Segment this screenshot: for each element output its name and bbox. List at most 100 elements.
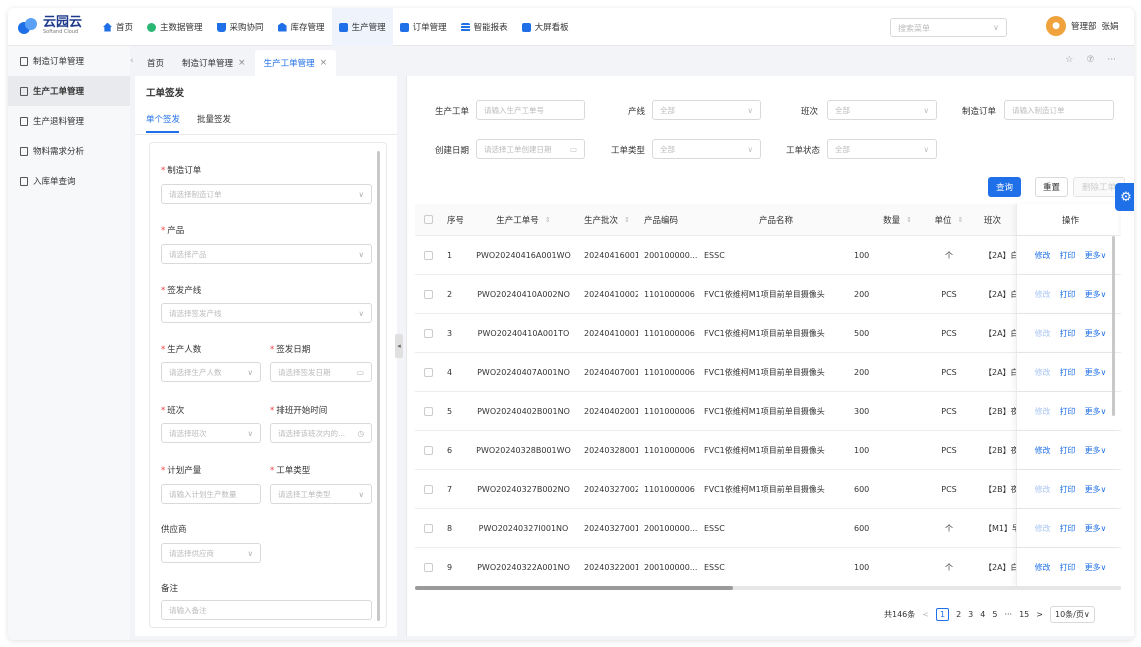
brand-logo[interactable]: 云园云 Softand Cloud: [18, 16, 82, 35]
query-order-input[interactable]: 请输入制造订单: [1004, 100, 1114, 120]
tab-manufacturing-orders[interactable]: 制造订单管理 ×: [173, 50, 255, 76]
shift-select[interactable]: 请选择班次 ∨: [161, 423, 261, 443]
edit-link[interactable]: 修改: [1035, 328, 1051, 339]
help-icon[interactable]: ⑦: [1086, 55, 1094, 65]
row-checkbox[interactable]: [423, 523, 433, 533]
next-page-icon[interactable]: >: [1036, 610, 1043, 619]
edit-link[interactable]: 修改: [1035, 406, 1051, 417]
col-qty[interactable]: 数量 ⇕: [848, 214, 914, 226]
more-icon[interactable]: ···: [1107, 55, 1116, 65]
user-menu[interactable]: ● 管理部 张娟: [1046, 16, 1119, 36]
more-dropdown[interactable]: 更多∨: [1085, 484, 1107, 495]
edit-link[interactable]: 修改: [1035, 250, 1051, 261]
edit-link[interactable]: 修改: [1035, 523, 1051, 534]
more-dropdown[interactable]: 更多∨: [1085, 523, 1107, 534]
sidebar-item-manufacturing-orders[interactable]: 制造订单管理: [8, 46, 130, 76]
more-dropdown[interactable]: 更多∨: [1085, 562, 1107, 573]
print-link[interactable]: 打印: [1060, 328, 1076, 339]
edit-link[interactable]: 修改: [1035, 562, 1051, 573]
more-dropdown[interactable]: 更多∨: [1085, 367, 1107, 378]
supplier-select[interactable]: 请选择供应商 ∨: [161, 543, 261, 563]
row-checkbox[interactable]: [423, 562, 433, 572]
col-batch[interactable]: 生产批次 ⇕: [578, 214, 638, 226]
product-select[interactable]: 请选择产品 ∨: [161, 244, 372, 264]
query-status-select[interactable]: 全部 ∨: [827, 139, 937, 159]
search-button[interactable]: 查询: [988, 177, 1021, 197]
edit-link[interactable]: 修改: [1035, 367, 1051, 378]
print-link[interactable]: 打印: [1060, 523, 1076, 534]
close-icon[interactable]: ×: [320, 58, 328, 68]
query-wo-input[interactable]: 请输入生产工单号: [476, 100, 585, 120]
table-row[interactable]: 7 PWO20240327B002NO 20240327002 1101000006 F…: [415, 470, 1121, 509]
print-link[interactable]: 打印: [1060, 445, 1076, 456]
tab-home[interactable]: 首页: [138, 50, 173, 76]
page-size-select[interactable]: 10条/页∨: [1049, 606, 1095, 623]
table-row[interactable]: 9 PWO20240322A001NO 20240322001 200100000..…: [415, 548, 1121, 587]
edit-link[interactable]: 修改: [1035, 445, 1051, 456]
print-link[interactable]: 打印: [1060, 562, 1076, 573]
nav-master-data[interactable]: 主数据管理: [140, 8, 210, 46]
query-shift-select[interactable]: 全部 ∨: [827, 100, 937, 120]
nav-home[interactable]: 首页: [96, 8, 140, 46]
page-2[interactable]: 2: [956, 610, 961, 619]
table-row[interactable]: 8 PWO20240327I001NO 20240327001 200100000..…: [415, 509, 1121, 548]
print-link[interactable]: 打印: [1060, 289, 1076, 300]
query-wtype-select[interactable]: 全部 ∨: [652, 139, 761, 159]
tab-batch-issue[interactable]: 批量签发: [197, 113, 231, 125]
row-checkbox[interactable]: [423, 406, 433, 416]
more-dropdown[interactable]: 更多∨: [1085, 406, 1107, 417]
row-checkbox[interactable]: [423, 367, 433, 377]
more-dropdown[interactable]: 更多∨: [1085, 250, 1107, 261]
page-ellipsis[interactable]: ···: [1004, 610, 1012, 619]
star-icon[interactable]: ☆: [1065, 55, 1073, 65]
page-4[interactable]: 4: [980, 610, 985, 619]
workers-select[interactable]: 请选择生产人数 ∨: [161, 362, 261, 382]
plan-input[interactable]: 请输入计划生产数量: [161, 484, 261, 504]
print-link[interactable]: 打印: [1060, 484, 1076, 495]
line-select[interactable]: 请选择签发产线 ∨: [161, 303, 372, 323]
nav-inventory[interactable]: 库存管理: [271, 8, 332, 46]
chevron-left-icon[interactable]: ‹: [130, 56, 138, 66]
sort-icon[interactable]: ⇕: [545, 216, 551, 224]
table-row[interactable]: 3 PWO20240410A001TO 20240410001 1101000006 F…: [415, 314, 1121, 353]
prev-page-icon[interactable]: <: [922, 610, 929, 619]
nav-production[interactable]: 生产管理: [331, 8, 393, 46]
tab-work-orders[interactable]: 生产工单管理 ×: [254, 50, 337, 76]
sidebar-item-inbound-query[interactable]: 入库单查询: [8, 166, 130, 196]
table-row[interactable]: 6 PWO20240328B001WO 20240328001 1101000006 F…: [415, 431, 1121, 470]
sort-icon[interactable]: ⇕: [958, 216, 964, 224]
print-link[interactable]: 打印: [1060, 406, 1076, 417]
sidebar-item-mrp[interactable]: 物料需求分析: [8, 136, 130, 166]
nav-purchase[interactable]: 采购协同: [210, 8, 271, 46]
row-checkbox[interactable]: [423, 328, 433, 338]
row-checkbox[interactable]: [423, 250, 433, 260]
close-icon[interactable]: ×: [238, 58, 246, 68]
table-row[interactable]: 1 PWO20240416A001WO 20240416001 200100000..…: [415, 236, 1121, 275]
collapse-panel-button[interactable]: ◂: [395, 334, 403, 358]
sort-icon[interactable]: ⇕: [624, 216, 630, 224]
row-checkbox[interactable]: [423, 289, 433, 299]
wtype-select[interactable]: 请选择工单类型 ∨: [270, 484, 372, 504]
row-checkbox[interactable]: [423, 484, 433, 494]
print-link[interactable]: 打印: [1060, 367, 1076, 378]
remark-input[interactable]: 请输入备注: [161, 600, 372, 620]
col-wo[interactable]: 生产工单号 ⇕: [463, 214, 578, 226]
menu-search-select[interactable]: 搜索菜单 ∨: [890, 18, 1007, 37]
date-picker[interactable]: 请选择签发日期 ▭: [270, 362, 372, 382]
col-unit[interactable]: 单位 ⇕: [914, 214, 978, 226]
reset-button[interactable]: 重置: [1035, 177, 1068, 197]
tab-single-issue[interactable]: 单个签发: [146, 113, 180, 125]
nav-dashboard[interactable]: 大屏看板: [515, 8, 576, 46]
select-all-checkbox[interactable]: [423, 215, 433, 224]
more-dropdown[interactable]: 更多∨: [1085, 445, 1107, 456]
table-row[interactable]: 5 PWO20240402B001NO 20240402001 1101000006 F…: [415, 392, 1121, 431]
more-dropdown[interactable]: 更多∨: [1085, 328, 1107, 339]
more-dropdown[interactable]: 更多∨: [1085, 289, 1107, 300]
page-15[interactable]: 15: [1019, 610, 1029, 619]
table-row[interactable]: 2 PWO20240410A002NO 20240410002 1101000006 F…: [415, 275, 1121, 314]
table-vertical-scrollbar[interactable]: [1112, 236, 1115, 416]
nav-reports[interactable]: 智能报表: [454, 8, 515, 46]
page-5[interactable]: 5: [992, 610, 997, 619]
sort-icon[interactable]: ⇕: [906, 216, 912, 224]
print-link[interactable]: 打印: [1060, 250, 1076, 261]
